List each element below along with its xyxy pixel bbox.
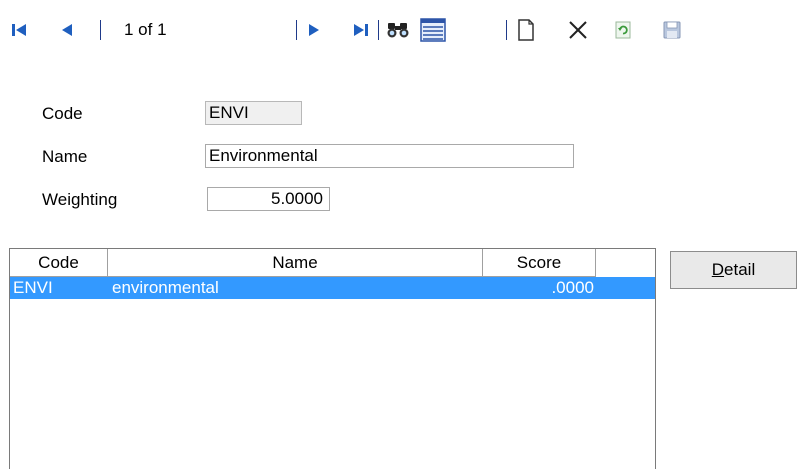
save-button[interactable]: [660, 10, 684, 50]
column-header-name[interactable]: Name: [108, 249, 483, 277]
new-record-icon: [518, 19, 534, 41]
refresh-button[interactable]: [612, 10, 634, 50]
name-field[interactable]: Environmental: [205, 144, 574, 168]
last-record-icon: [354, 24, 368, 36]
next-record-button[interactable]: [303, 10, 325, 50]
save-icon: [663, 21, 681, 39]
row-name-cell: environmental: [112, 278, 219, 297]
scores-grid[interactable]: Code Name Score ENVI environmental .0000: [9, 248, 656, 469]
list-view-icon: [420, 18, 446, 42]
delete-icon: [569, 21, 587, 39]
row-code-cell: ENVI: [13, 278, 53, 297]
weighting-field[interactable]: 5.0000: [207, 187, 330, 211]
first-record-button[interactable]: [8, 10, 30, 50]
table-row[interactable]: ENVI environmental .0000: [10, 277, 655, 299]
last-record-button[interactable]: [350, 10, 372, 50]
find-button[interactable]: [384, 10, 412, 50]
find-icon: [387, 23, 409, 38]
record-form-window: 1 of 1 Code ENVI Name Environmental Weig…: [0, 0, 802, 469]
name-label: Name: [42, 147, 88, 166]
column-header-code[interactable]: Code: [10, 249, 108, 277]
column-header-score[interactable]: Score: [483, 249, 596, 277]
previous-record-icon: [62, 24, 72, 36]
delete-button[interactable]: [566, 10, 590, 50]
separator: [378, 20, 379, 40]
refresh-icon: [615, 21, 631, 39]
separator: [296, 20, 297, 40]
new-record-button[interactable]: [514, 10, 538, 50]
detail-accelerator: D: [711, 260, 725, 279]
previous-record-button[interactable]: [56, 10, 78, 50]
toolbar: 1 of 1: [0, 10, 802, 50]
weighting-label: Weighting: [42, 190, 118, 209]
code-label: Code: [42, 104, 83, 123]
separator: [506, 20, 507, 40]
separator: [100, 20, 101, 40]
detail-button-label: etail: [724, 260, 756, 279]
detail-button[interactable]: Detail: [670, 251, 797, 289]
row-score-cell: .0000: [551, 278, 594, 297]
code-field[interactable]: ENVI: [205, 101, 302, 125]
next-record-icon: [309, 24, 319, 36]
first-record-icon: [12, 24, 26, 36]
record-counter: 1 of 1: [124, 20, 167, 39]
list-view-button[interactable]: [418, 10, 448, 50]
